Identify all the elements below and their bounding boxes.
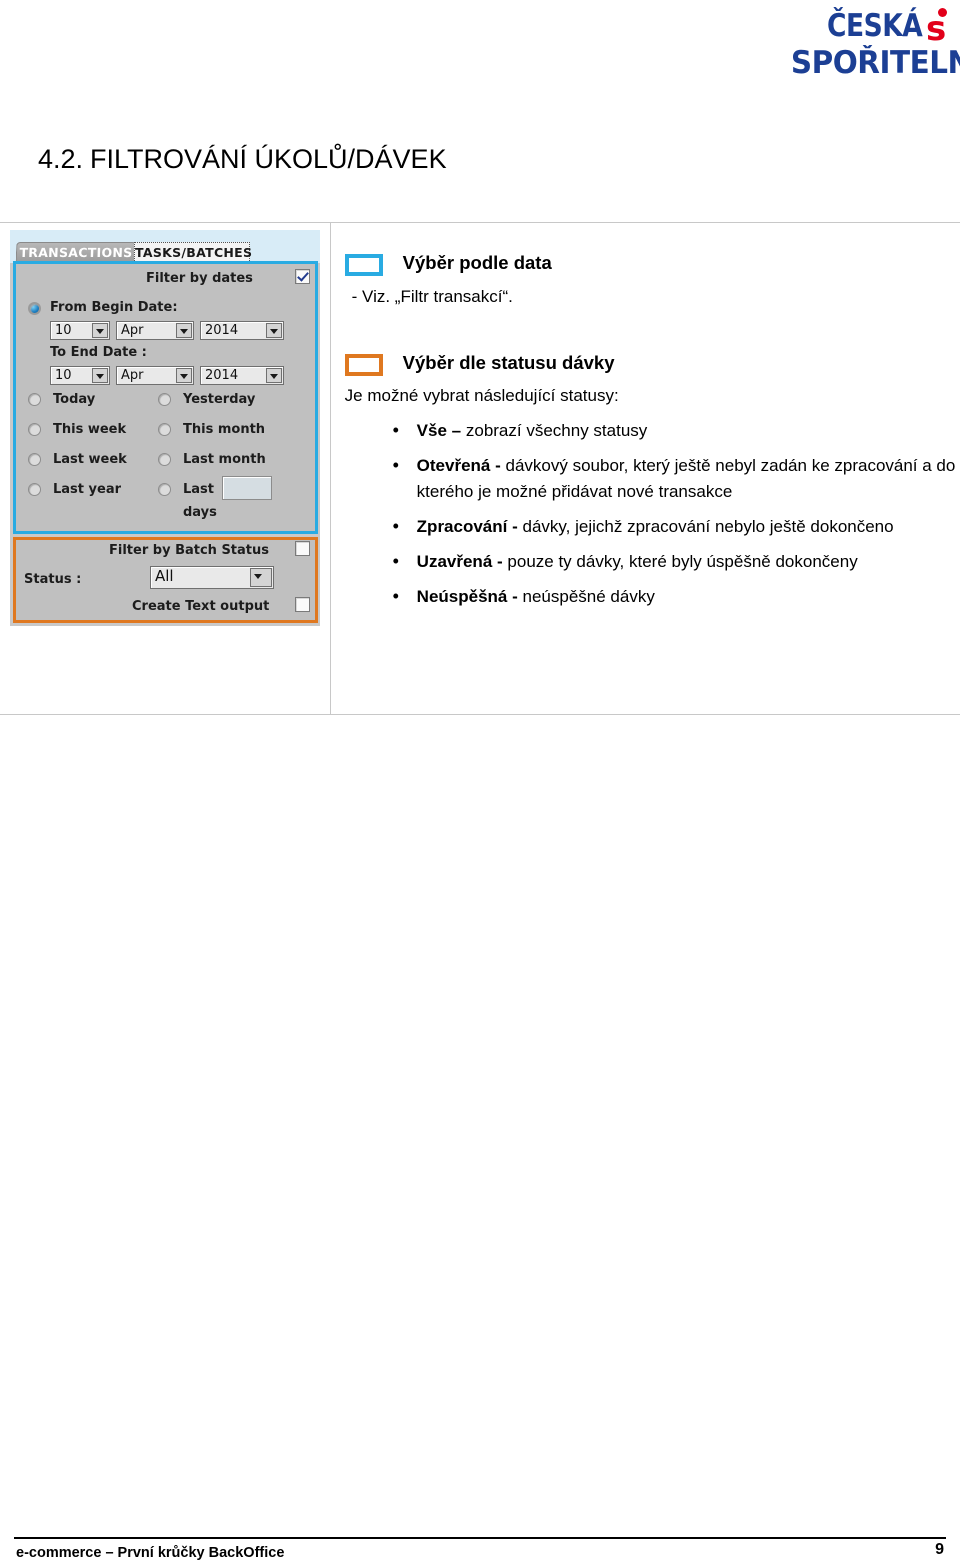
from-day-dropdown[interactable]: 10 <box>50 321 110 340</box>
to-end-date-label: To End Date : <box>50 345 147 360</box>
preset-radio-yesterday[interactable] <box>158 393 171 406</box>
status-name: Otevřená <box>416 456 491 475</box>
legend-date-selection: Výběr podle data <box>344 251 960 276</box>
legend-status-title: Výběr dle statusu dávky <box>402 352 615 373</box>
preset-label-last-year: Last year <box>53 482 122 497</box>
from-day-value: 10 <box>55 323 72 338</box>
chevron-down-icon <box>92 368 108 383</box>
status-separator: - <box>495 456 501 475</box>
content-table: TRANSACTIONS TASKS/BATCHES Filter by dat… <box>0 222 960 715</box>
to-month-dropdown[interactable]: Apr <box>116 366 194 385</box>
filter-by-dates-label: Filter by dates <box>146 271 253 286</box>
chevron-down-icon <box>176 368 192 383</box>
from-begin-date-radio[interactable] <box>28 302 41 315</box>
status-separator: - <box>497 552 503 571</box>
tab-strip: TRANSACTIONS TASKS/BATCHES <box>10 230 320 263</box>
from-year-value: 2014 <box>205 323 239 338</box>
spořitelna-s-emblem-icon: s <box>926 8 960 49</box>
preset-radio-today[interactable] <box>28 393 41 406</box>
list-item: Otevřená - dávkový soubor, který ještě n… <box>345 452 960 505</box>
section-title: FILTROVÁNÍ ÚKOLŮ/DÁVEK <box>90 144 447 174</box>
preset-label-last: Last <box>183 482 215 497</box>
status-list: Vše – zobrazí všechny statusy Otevřená -… <box>345 417 960 610</box>
list-item: Neúspěšná - neúspěšné dávky <box>345 583 960 610</box>
section-number: 4.2. <box>38 144 84 174</box>
preset-label-this-week: This week <box>53 422 127 437</box>
footer-divider <box>14 1537 946 1539</box>
to-month-value: Apr <box>121 368 144 383</box>
filter-by-dates-checkbox[interactable] <box>295 269 310 284</box>
from-begin-date-label: From Begin Date: <box>50 300 178 315</box>
preset-radio-last-year[interactable] <box>28 483 41 496</box>
from-month-dropdown[interactable]: Apr <box>116 321 194 340</box>
preset-label-yesterday: Yesterday <box>183 392 256 407</box>
days-label: days <box>183 505 217 520</box>
status-label: Status : <box>24 572 82 587</box>
to-year-value: 2014 <box>205 368 239 383</box>
preset-radio-last-month[interactable] <box>158 453 171 466</box>
preset-label-last-week: Last week <box>53 452 127 467</box>
brand-logo: ČESKÁ s SPOŘITELNA <box>782 6 960 86</box>
screenshot-cell: TRANSACTIONS TASKS/BATCHES Filter by dat… <box>0 222 331 715</box>
status-name: Uzavřená <box>416 552 493 571</box>
list-item: Zpracování - dávky, jejichž zpracování n… <box>345 513 960 540</box>
orange-box-legend-icon <box>344 354 383 376</box>
preset-radio-last-week[interactable] <box>28 453 41 466</box>
chevron-down-icon <box>92 323 108 338</box>
chevron-down-icon <box>176 323 192 338</box>
legend-status-selection: Výběr dle statusu dávky <box>344 351 960 376</box>
status-name: Zpracování <box>416 517 508 536</box>
status-separator: - <box>512 517 518 536</box>
logo-word-sporitelna: SPOŘITELNA <box>790 45 960 81</box>
chevron-down-icon <box>266 368 282 383</box>
from-year-dropdown[interactable]: 2014 <box>200 321 284 340</box>
status-separator: - <box>512 587 518 606</box>
filter-by-batch-status-label: Filter by Batch Status <box>109 543 270 558</box>
to-day-dropdown[interactable]: 10 <box>50 366 110 385</box>
footer-page-number: 9 <box>935 1541 944 1558</box>
description-cell: Výběr podle data - Viz. „Filtr transakcí… <box>330 222 960 715</box>
chevron-down-icon <box>266 323 282 338</box>
status-desc: neúspěšné dávky <box>522 587 655 606</box>
status-dropdown[interactable]: All <box>150 566 274 589</box>
preset-label-last-month: Last month <box>183 452 266 467</box>
status-desc: dávky, jejichž zpracování nebylo ještě d… <box>522 517 894 536</box>
to-day-value: 10 <box>55 368 72 383</box>
status-separator: – <box>451 421 462 440</box>
status-value: All <box>155 567 174 585</box>
backoffice-filter-screenshot: TRANSACTIONS TASKS/BATCHES Filter by dat… <box>10 230 320 626</box>
list-item: Uzavřená - pouze ty dávky, které byly ús… <box>345 548 960 575</box>
table-row: TRANSACTIONS TASKS/BATCHES Filter by dat… <box>0 222 960 715</box>
filter-by-batch-status-checkbox[interactable] <box>295 541 310 556</box>
logo-top-row: ČESKÁ s <box>782 6 960 46</box>
preset-radio-this-week[interactable] <box>28 423 41 436</box>
logo-s-letter: s <box>926 9 947 49</box>
tab-tasks-batches[interactable]: TASKS/BATCHES <box>134 242 252 263</box>
to-year-dropdown[interactable]: 2014 <box>200 366 284 385</box>
blue-box-legend-icon <box>344 254 383 276</box>
preset-radio-last-n-days[interactable] <box>158 483 171 496</box>
preset-radio-this-month[interactable] <box>158 423 171 436</box>
status-list-intro: Je možné vybrat následující statusy: <box>344 386 619 405</box>
status-desc: pouze ty dávky, které byly úspěšně dokon… <box>507 552 858 571</box>
legend-date-note: - Viz. „Filtr transakcí“. <box>351 287 513 306</box>
tab-transactions[interactable]: TRANSACTIONS <box>15 242 137 263</box>
footer-document-title: e-commerce – První krůčky BackOffice <box>16 1545 285 1561</box>
status-name: Neúspěšná <box>416 587 508 606</box>
last-days-input[interactable] <box>222 476 272 500</box>
list-item: Vše – zobrazí všechny statusy <box>345 417 960 444</box>
legend-date-title: Výběr podle data <box>402 252 552 273</box>
status-name: Vše <box>416 421 447 440</box>
section-heading: 4.2. FILTROVÁNÍ ÚKOLŮ/DÁVEK <box>38 142 447 176</box>
logo-word-ceska: ČESKÁ <box>826 8 923 44</box>
from-month-value: Apr <box>121 323 144 338</box>
preset-label-today: Today <box>53 392 96 407</box>
create-text-output-checkbox[interactable] <box>295 597 310 612</box>
status-desc: zobrazí všechny statusy <box>465 421 648 440</box>
chevron-down-icon <box>250 568 272 587</box>
preset-label-this-month: This month <box>183 422 266 437</box>
create-text-output-label: Create Text output <box>132 599 270 614</box>
